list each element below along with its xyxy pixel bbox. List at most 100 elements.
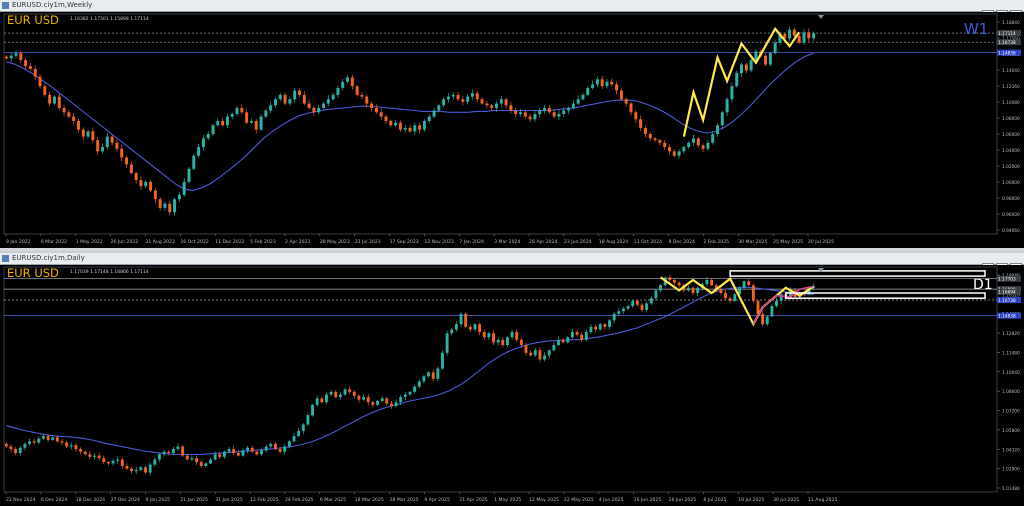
candle-body	[682, 147, 686, 152]
candle-body	[648, 134, 652, 139]
weekly-candlestick-chart[interactable]: 1.188401.175601.161201.140401.121601.100…	[0, 12, 1024, 248]
candle-body	[691, 138, 695, 143]
candle-body	[76, 120, 80, 130]
candle-body	[24, 60, 28, 67]
candle-body	[389, 120, 393, 126]
daily-chart-window: EURUSD.ciy1m,Daily –□× 1.180401.163201.1…	[0, 253, 1024, 506]
candle-body	[706, 142, 710, 149]
candle-body	[612, 313, 616, 321]
x-axis-tick-label: 24 Feb 2025	[285, 497, 314, 503]
candle-body	[696, 138, 700, 146]
candle-body	[598, 324, 602, 330]
candle-body	[176, 446, 180, 450]
candle-body	[584, 332, 588, 340]
x-axis-tick-label: 2 Apr 2023	[285, 239, 311, 245]
candle-body	[4, 56, 8, 59]
candle-body	[338, 394, 342, 398]
y-axis-tick-label: 1.11480	[1002, 350, 1020, 356]
y-axis-tick-label: 0.98000	[1002, 196, 1020, 202]
y-axis-tick-label: 1.01480	[1002, 486, 1020, 492]
y-axis-tick-label: 1.04000	[1002, 148, 1020, 154]
candle-body	[366, 397, 370, 403]
candle-body	[654, 290, 658, 299]
x-axis-tick-label: 21 Aug 2022	[145, 239, 175, 245]
candle-body	[473, 324, 477, 330]
candle-body	[355, 86, 359, 95]
candle-body	[362, 397, 366, 400]
candle-body	[456, 94, 460, 100]
x-axis-tick-label: 18 Mar 2025	[355, 497, 384, 503]
candle-body	[450, 329, 454, 334]
candle-body	[561, 339, 565, 343]
candle-body	[610, 81, 614, 85]
candle-body	[645, 303, 649, 310]
candle-body	[352, 391, 356, 396]
candle-body	[182, 181, 186, 195]
candle-body	[187, 168, 191, 182]
candle-body	[504, 99, 508, 106]
candle-body	[168, 203, 172, 213]
candle-body	[120, 148, 124, 158]
candle-body	[571, 103, 575, 108]
candle-body	[218, 454, 222, 457]
price-badge-label: 1.16694	[998, 290, 1016, 296]
candle-body	[519, 112, 522, 114]
candle-body	[9, 55, 13, 59]
y-axis-tick-label: 0.94060	[1002, 228, 1020, 234]
daily-candlestick-chart[interactable]: 1.180401.163201.146001.128201.114801.100…	[0, 265, 1024, 506]
candle-body	[19, 53, 23, 61]
candle-body	[297, 430, 301, 437]
candle-body	[394, 122, 398, 126]
candle-body	[250, 447, 254, 452]
x-axis-tick-label: 13 Oct 2024	[634, 239, 662, 245]
candle-body	[639, 119, 643, 128]
x-axis-tick-label: 30 Mar 2025	[738, 239, 767, 245]
candle-body	[110, 136, 114, 143]
candle-body	[687, 142, 691, 148]
y-axis-tick-label: 1.05800	[1002, 428, 1020, 434]
candle-body	[459, 313, 463, 325]
candle-body	[264, 446, 268, 451]
candle-body	[735, 73, 739, 87]
candle-body	[185, 455, 189, 460]
x-axis-tick-label: 28 May 2023	[320, 239, 350, 245]
candle-body	[74, 445, 78, 450]
candle-body	[624, 99, 628, 104]
candle-body	[403, 127, 407, 130]
candle-body	[413, 386, 417, 392]
candle-body	[125, 157, 129, 165]
candle-body	[719, 289, 723, 294]
candle-body	[485, 103, 489, 106]
x-axis-tick-label: 8 Dec 2024	[669, 239, 696, 245]
candle-body	[482, 332, 486, 338]
candle-body	[14, 53, 18, 56]
window-controls: –□×	[980, 254, 1022, 273]
candle-body	[451, 94, 455, 97]
chart-background	[0, 265, 1024, 506]
candle-body	[764, 55, 768, 65]
candle-body	[264, 110, 268, 117]
candle-body	[594, 326, 598, 330]
candle-body	[86, 131, 90, 137]
candle-body	[716, 125, 719, 134]
candle-body	[677, 151, 681, 156]
price-badge-label: 1.14836	[998, 50, 1016, 56]
candle-body	[589, 326, 593, 333]
candle-body	[617, 311, 621, 314]
candle-body	[740, 64, 744, 74]
candle-body	[65, 442, 69, 447]
candle-body	[547, 350, 551, 356]
candle-body	[144, 181, 148, 187]
symbol-label: EUR USD	[7, 13, 59, 27]
chart-window-icon	[2, 2, 9, 9]
candle-body	[325, 394, 328, 403]
candle-body	[278, 449, 282, 452]
candle-body	[510, 332, 514, 338]
candle-body	[199, 462, 203, 466]
x-axis-tick-label: 6 Mar 2025	[320, 497, 346, 503]
candle-body	[139, 180, 143, 187]
candle-body	[230, 114, 234, 117]
candle-body	[38, 76, 42, 87]
candle-body	[144, 467, 147, 473]
candle-body	[445, 333, 449, 353]
